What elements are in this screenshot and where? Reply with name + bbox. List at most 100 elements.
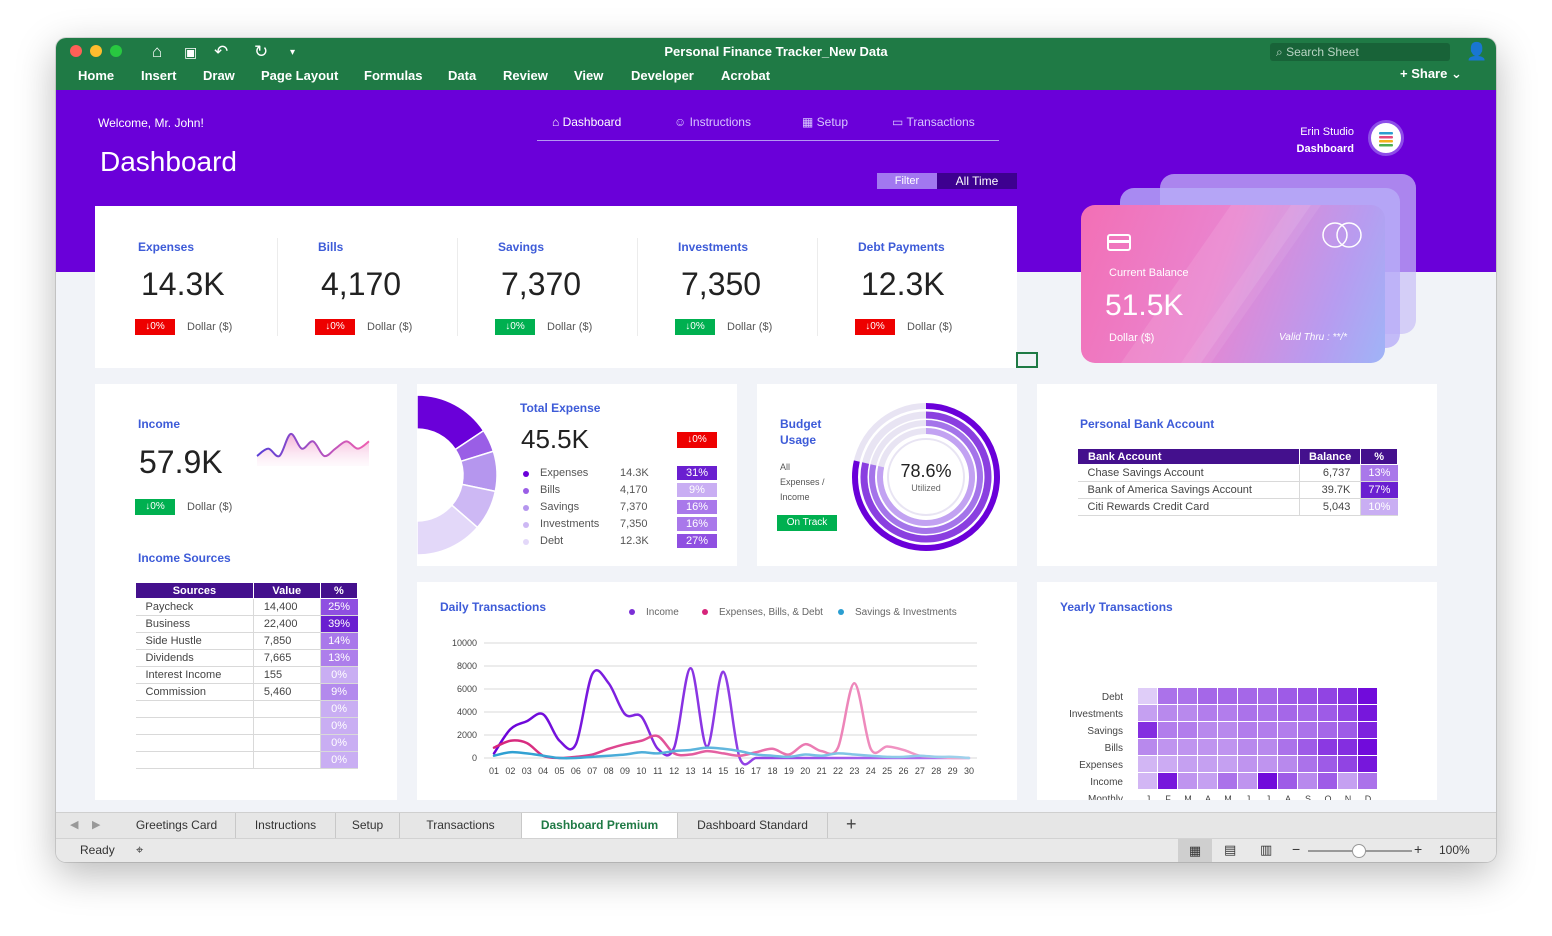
heatmap-cell <box>1338 773 1357 789</box>
menu-insert[interactable]: Insert <box>141 68 176 83</box>
heatmap-cell <box>1238 688 1257 704</box>
scroll-left-icon[interactable]: ◀ <box>70 818 78 831</box>
add-sheet-button[interactable]: + <box>846 814 857 835</box>
heatmap-cell <box>1138 739 1157 755</box>
bank-account-table: Bank Account Balance% Chase Savings Accoun… <box>1077 448 1398 516</box>
sheet-tab-instructions[interactable]: Instructions <box>236 813 336 838</box>
studio-sub: Dashboard <box>1296 143 1354 155</box>
x-tick-label: 18 <box>767 766 777 776</box>
heatmap-row-label: Income <box>1090 777 1123 788</box>
sheet-tab-dashboard-premium[interactable]: Dashboard Premium <box>522 813 678 838</box>
legend-marker <box>629 609 635 615</box>
menu-acrobat[interactable]: Acrobat <box>721 68 770 83</box>
normal-view-button[interactable]: ▦ <box>1178 839 1212 862</box>
x-tick-label: 27 <box>915 766 925 776</box>
nav-transactions[interactable]: ▭ Transactions <box>892 115 975 129</box>
table-cell: 0% <box>320 734 358 752</box>
kpi-expenses-unit: Dollar ($) <box>187 321 233 333</box>
logo-stripes-icon <box>1379 132 1393 147</box>
sheet-tab-greetings-card[interactable]: Greetings Card <box>118 813 236 838</box>
zoom-out-button[interactable]: − <box>1292 841 1300 857</box>
heatmap-col-label: N <box>1345 794 1352 800</box>
heatmap-cell <box>1358 705 1377 721</box>
heatmap-cell <box>1198 705 1217 721</box>
studio-name: Erin Studio <box>1300 126 1354 138</box>
table-cell: Side Hustle <box>135 632 254 650</box>
x-tick-label: 03 <box>522 766 532 776</box>
table-cell <box>135 734 254 752</box>
legend-dot <box>523 522 529 528</box>
heatmap-row-label: Debt <box>1102 692 1123 703</box>
menu-view[interactable]: View <box>574 68 603 83</box>
table-row: Bank of America Savings Account 39.7K 77% <box>1077 481 1398 499</box>
selected-cell[interactable] <box>1016 352 1038 368</box>
table-header-row: Bank Account Balance% <box>1077 448 1398 465</box>
table-row: 0% <box>135 717 358 735</box>
nav-setup[interactable]: ▦ Setup <box>802 115 848 129</box>
kpi-savings-value: 7,370 <box>501 266 582 302</box>
heatmap-cell <box>1218 739 1237 755</box>
zoom-in-button[interactable]: + <box>1414 841 1422 857</box>
zoom-slider-thumb[interactable] <box>1352 844 1366 858</box>
menu-page-layout[interactable]: Page Layout <box>261 68 338 83</box>
y-tick-label: 6000 <box>457 684 477 694</box>
nav-transactions-label: Transactions <box>906 115 975 129</box>
heatmap-cell <box>1238 739 1257 755</box>
menu-data[interactable]: Data <box>448 68 476 83</box>
page-layout-view-icon[interactable]: ▤ <box>1224 842 1236 858</box>
income-sparkline <box>256 433 370 466</box>
yearly-transactions-heatmap: Yearly Transactions Debt Investments Saving… <box>1060 600 1377 800</box>
table-cell <box>135 700 254 718</box>
heatmap-cell <box>1138 688 1157 704</box>
share-button[interactable]: + Share ⌄ <box>1400 66 1462 82</box>
heatmap-cell <box>1258 773 1277 789</box>
sheet-tab-dashboard-standard[interactable]: Dashboard Standard <box>678 813 828 838</box>
heatmap-row-label: Savings <box>1087 726 1123 737</box>
heatmap-col-label: J <box>1266 794 1271 800</box>
accessibility-icon[interactable]: ⌖ <box>136 842 143 858</box>
heatmap-cell <box>1358 722 1377 738</box>
nav-setup-label: Setup <box>816 115 849 129</box>
search-sheet-input[interactable]: ⌕ Search Sheet <box>1270 43 1450 61</box>
kpi-debt-payments-value: 12.3K <box>861 266 945 302</box>
kpi-expenses-value: 14.3K <box>141 266 225 302</box>
income-header-cell: Sources <box>135 582 254 599</box>
legend-label: Savings <box>540 501 580 513</box>
x-tick-label: 14 <box>702 766 712 776</box>
kpi-expenses-label: Expenses <box>138 240 195 254</box>
sheet-tab-transactions[interactable]: Transactions <box>400 813 522 838</box>
menu-home[interactable]: Home <box>78 68 114 83</box>
table-cell: 6,737 <box>1299 464 1362 482</box>
page-break-view-icon[interactable]: ▥ <box>1260 842 1272 858</box>
table-cell: Chase Savings Account <box>1077 464 1300 482</box>
income-sources-table: Sources Value% Paycheck 14,400 25% Business 22… <box>135 582 359 769</box>
menu-developer[interactable]: Developer <box>631 68 694 83</box>
kpi-bills-change-badge: ↓0% <box>315 319 355 335</box>
menu-review[interactable]: Review <box>503 68 548 83</box>
kpi-bills-label: Bills <box>318 240 344 254</box>
sheet-tab-setup[interactable]: Setup <box>336 813 400 838</box>
budget-title-line2: Usage <box>780 433 817 447</box>
menu-draw[interactable]: Draw <box>203 68 235 83</box>
heatmap-col-label: A <box>1205 794 1211 800</box>
nav-dashboard[interactable]: ⌂ Dashboard <box>552 115 621 129</box>
budget-utilized: Utilized <box>911 483 941 493</box>
kpi-divider <box>457 238 458 336</box>
filter-value-dropdown[interactable]: All Time <box>937 173 1017 189</box>
menu-formulas[interactable]: Formulas <box>364 68 423 83</box>
legend-marker <box>702 609 708 615</box>
nav-instructions[interactable]: ☺ Instructions <box>674 115 751 129</box>
heatmap-cell <box>1198 688 1217 704</box>
x-tick-label: 28 <box>931 766 941 776</box>
table-cell: 13% <box>320 649 358 667</box>
kpi-expenses-change-badge: ↓0% <box>135 319 175 335</box>
heatmap-cell <box>1338 705 1357 721</box>
heatmap-cell <box>1198 773 1217 789</box>
bank-header-cell: Balance <box>1298 448 1362 465</box>
zoom-slider[interactable] <box>1308 844 1412 858</box>
x-tick-label: 26 <box>898 766 908 776</box>
excel-window: ⌂ ▣ ↶ ↻ ▾ Personal Finance Tracker_New D… <box>56 38 1496 862</box>
heatmap-cell <box>1338 722 1357 738</box>
scroll-right-icon[interactable]: ▶ <box>92 818 100 831</box>
account-icon[interactable]: 👤 <box>1466 42 1487 62</box>
